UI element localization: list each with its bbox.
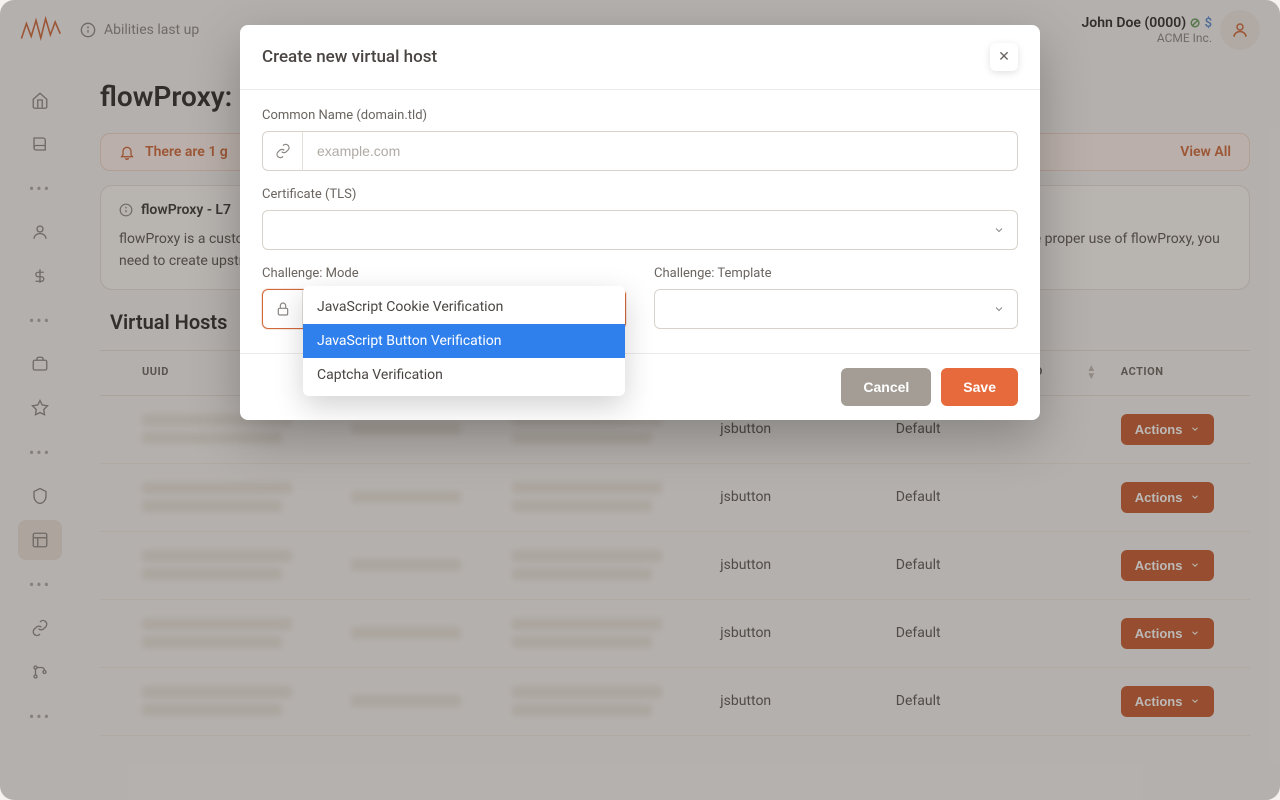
chevron-down-icon bbox=[993, 303, 1005, 315]
modal-close-button[interactable]: ✕ bbox=[990, 43, 1018, 71]
lock-icon bbox=[263, 290, 303, 328]
chevron-down-icon bbox=[993, 224, 1005, 236]
dropdown-option[interactable]: Captcha Verification bbox=[303, 358, 625, 392]
link-icon bbox=[263, 132, 303, 170]
certificate-select[interactable] bbox=[262, 210, 1018, 250]
challenge-mode-dropdown: JavaScript Cookie Verification JavaScrip… bbox=[303, 286, 625, 396]
challenge-mode-label: Challenge: Mode bbox=[262, 266, 626, 281]
cancel-button[interactable]: Cancel bbox=[841, 368, 931, 406]
challenge-template-select[interactable] bbox=[654, 289, 1018, 329]
common-name-label: Common Name (domain.tld) bbox=[262, 108, 1018, 123]
dropdown-option[interactable]: JavaScript Cookie Verification bbox=[303, 290, 625, 324]
common-name-input[interactable] bbox=[303, 132, 1017, 170]
certificate-label: Certificate (TLS) bbox=[262, 187, 1018, 202]
modal-title: Create new virtual host bbox=[262, 47, 437, 67]
save-button[interactable]: Save bbox=[941, 368, 1018, 406]
challenge-template-label: Challenge: Template bbox=[654, 266, 1018, 281]
dropdown-option[interactable]: JavaScript Button Verification bbox=[303, 324, 625, 358]
